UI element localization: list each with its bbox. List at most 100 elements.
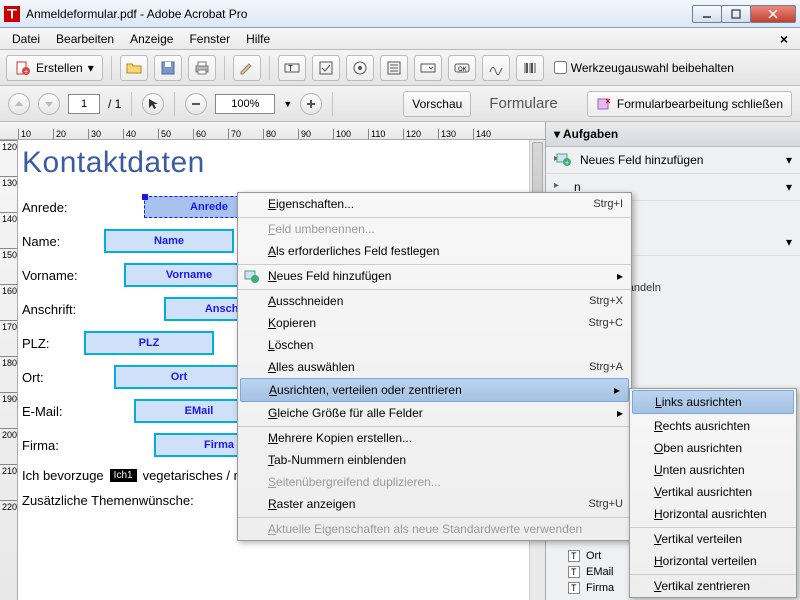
listbox-icon xyxy=(386,60,402,76)
menu-item-label: Als erforderliches Feld festlegen xyxy=(268,244,439,258)
window-titlebar: Anmeldeformular.pdf - Adobe Acrobat Pro xyxy=(0,0,800,28)
preview-label: Vorschau xyxy=(412,97,462,111)
ruler-tick: 60 xyxy=(193,129,228,139)
menu-view[interactable]: Anzeige xyxy=(124,30,179,48)
checkbox-tool[interactable] xyxy=(312,55,340,81)
tasks-header[interactable]: ▾ Aufgaben xyxy=(546,122,800,147)
page-heading: Kontaktdaten xyxy=(22,146,541,180)
text-field-tool[interactable]: T xyxy=(278,55,306,81)
print-button[interactable] xyxy=(188,55,216,81)
context-menu-item[interactable]: Alles auswählenStrg+A xyxy=(238,356,631,378)
menu-help[interactable]: Hilfe xyxy=(240,30,276,48)
dropdown-tool[interactable] xyxy=(414,55,442,81)
context-menu-item[interactable]: Eigenschaften...Strg+I xyxy=(238,193,631,215)
page-down-button[interactable] xyxy=(38,93,60,115)
form-field[interactable]: PLZ xyxy=(84,331,214,355)
save-button[interactable] xyxy=(154,55,182,81)
signature-tool[interactable] xyxy=(482,55,510,81)
context-menu-item: Feld umbenennen... xyxy=(238,217,631,240)
close-form-editing-button[interactable]: Formularbearbeitung schließen xyxy=(587,91,792,117)
submenu-item[interactable]: Horizontal ausrichten xyxy=(630,503,796,525)
keep-tool-input[interactable] xyxy=(554,61,567,74)
radio-tool[interactable] xyxy=(346,55,374,81)
submenu-arrow-icon: ▸ xyxy=(617,269,623,283)
ruler-tick: 210 xyxy=(0,464,17,500)
select-tool[interactable] xyxy=(142,93,164,115)
context-menu-item[interactable]: Raster anzeigenStrg+U xyxy=(238,493,631,515)
zoom-input[interactable]: 100% xyxy=(215,94,275,114)
ruler-tick: 80 xyxy=(263,129,298,139)
form-field[interactable]: Vorname xyxy=(124,263,254,287)
ruler-tick: 190 xyxy=(0,392,17,428)
field-label: PLZ: xyxy=(22,336,84,351)
submenu-arrow-icon: ▸ xyxy=(614,383,620,397)
submenu-item[interactable]: Oben ausrichten xyxy=(630,437,796,459)
minimize-button[interactable] xyxy=(692,5,722,23)
edit-button[interactable] xyxy=(233,55,261,81)
create-button[interactable]: + Erstellen ▾ xyxy=(6,55,103,81)
menu-edit[interactable]: Bearbeiten xyxy=(50,30,120,48)
document-close-button[interactable]: × xyxy=(774,31,794,47)
field-label: Ort: xyxy=(22,370,84,385)
maximize-button[interactable] xyxy=(721,5,751,23)
main-toolbar: + Erstellen ▾ T OK Werkzeugauswahl beibe… xyxy=(0,50,800,86)
context-menu-item[interactable]: Tab-Nummern einblenden xyxy=(238,449,631,471)
menu-shortcut: Strg+I xyxy=(593,198,623,210)
field-label: Anrede: xyxy=(22,200,84,215)
add-new-field-item[interactable]: + Neues Feld hinzufügen ▾ xyxy=(546,147,800,174)
button-tool[interactable]: OK xyxy=(448,55,476,81)
radio-icon xyxy=(352,60,368,76)
ruler-tick: 120 xyxy=(403,129,438,139)
menu-item-label: Aktuelle Eigenschaften als neue Standard… xyxy=(268,522,582,536)
ruler-tick: 160 xyxy=(0,284,17,320)
zoom-in-button[interactable] xyxy=(300,93,322,115)
menu-item-label: Mehrere Kopien erstellen... xyxy=(268,431,412,445)
menu-item-label: Löschen xyxy=(268,338,313,352)
form-field[interactable]: Ort xyxy=(114,365,244,389)
open-button[interactable] xyxy=(120,55,148,81)
submenu-item[interactable]: Vertikal ausrichten xyxy=(630,481,796,503)
submenu-item[interactable]: Unten ausrichten xyxy=(630,459,796,481)
form-field[interactable]: Name xyxy=(104,229,234,253)
svg-text:T: T xyxy=(288,64,293,73)
barcode-tool[interactable] xyxy=(516,55,544,81)
preview-button[interactable]: Vorschau xyxy=(403,91,471,117)
ruler-tick: 70 xyxy=(228,129,263,139)
close-button[interactable] xyxy=(750,5,796,23)
submenu-item[interactable]: Horizontal verteilen xyxy=(630,550,796,572)
page-number-input[interactable]: 1 xyxy=(68,94,100,114)
submenu-item[interactable]: Vertikal verteilen xyxy=(630,527,796,550)
submenu-item[interactable]: Links ausrichten xyxy=(632,390,794,414)
zoom-out-button[interactable] xyxy=(185,93,207,115)
listbox-tool[interactable] xyxy=(380,55,408,81)
horizontal-ruler: 102030405060708090100110120130140 xyxy=(0,122,545,140)
field-label: E-Mail: xyxy=(22,404,84,419)
submenu-item[interactable]: Rechts ausrichten xyxy=(630,415,796,437)
menu-item-label: Raster anzeigen xyxy=(268,497,355,511)
context-menu-item[interactable]: AusschneidenStrg+X xyxy=(238,289,631,312)
context-menu-item[interactable]: Ausrichten, verteilen oder zentrieren▸ xyxy=(240,378,629,402)
context-menu-item[interactable]: Löschen xyxy=(238,334,631,356)
menu-item-label: Ausschneiden xyxy=(268,294,343,308)
svg-text:+: + xyxy=(565,160,569,167)
arrow-down-icon xyxy=(44,99,54,109)
menu-file[interactable]: Datei xyxy=(6,30,46,48)
submenu-item[interactable]: Vertikal zentrieren xyxy=(630,574,796,597)
submenu-arrow-icon: ▸ xyxy=(617,406,623,420)
chevron-down-icon: ▾ xyxy=(88,61,94,75)
ruler-tick: 180 xyxy=(0,356,17,392)
page-up-button[interactable] xyxy=(8,93,30,115)
keep-tool-checkbox[interactable]: Werkzeugauswahl beibehalten xyxy=(554,61,734,75)
checkbox-field[interactable]: Ich1 xyxy=(110,469,137,482)
context-menu-item[interactable]: KopierenStrg+C xyxy=(238,312,631,334)
create-label: Erstellen xyxy=(36,61,83,75)
context-menu-item[interactable]: Mehrere Kopien erstellen... xyxy=(238,426,631,449)
context-menu-item[interactable]: Gleiche Größe für alle Felder▸ xyxy=(238,402,631,424)
context-menu-item[interactable]: Neues Feld hinzufügen▸ xyxy=(238,264,631,287)
context-menu-item[interactable]: Als erforderliches Feld festlegen xyxy=(238,240,631,262)
ruler-tick: 140 xyxy=(0,212,17,248)
menu-window[interactable]: Fenster xyxy=(183,30,236,48)
save-icon xyxy=(160,60,176,76)
chevron-down-icon[interactable]: ▼ xyxy=(283,99,292,109)
field-label: Firma: xyxy=(22,438,84,453)
